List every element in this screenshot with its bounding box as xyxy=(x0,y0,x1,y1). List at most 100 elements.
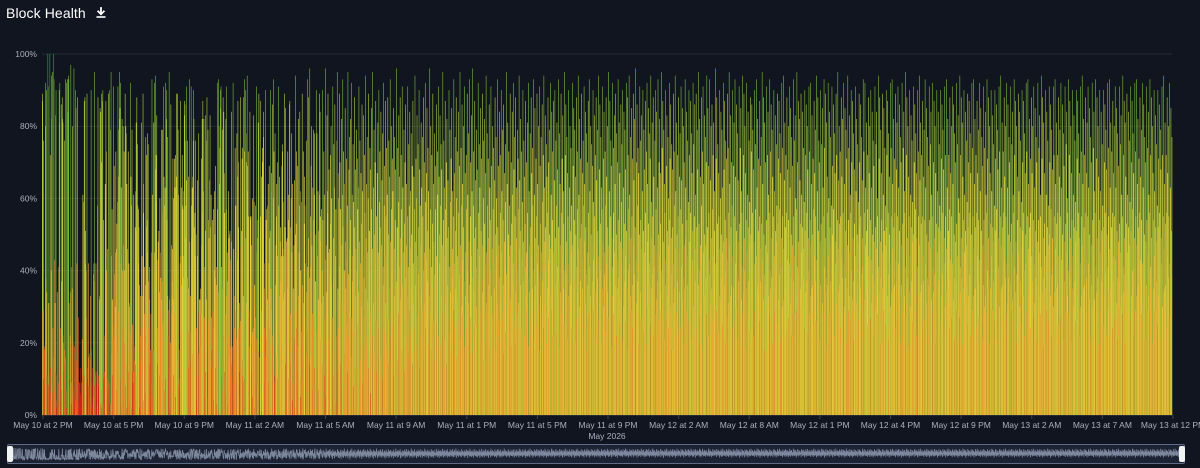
x-tick-label: May 12 at 9 PM xyxy=(931,420,991,430)
bar[interactable] xyxy=(341,118,342,415)
bar-series xyxy=(42,54,1173,416)
bar[interactable] xyxy=(361,104,363,415)
bar[interactable] xyxy=(277,162,279,415)
bar[interactable] xyxy=(106,248,108,415)
bar[interactable] xyxy=(333,144,335,415)
navigator-left-handle[interactable] xyxy=(7,446,13,462)
x-tick-label: May 13 at 2 AM xyxy=(1002,420,1061,430)
bar[interactable] xyxy=(312,187,314,415)
bar[interactable] xyxy=(43,140,44,415)
bar[interactable] xyxy=(1171,137,1173,415)
bar[interactable] xyxy=(101,93,103,416)
bar[interactable] xyxy=(335,209,337,415)
bar[interactable] xyxy=(299,191,301,415)
bar[interactable] xyxy=(94,72,95,416)
x-tick-label: May 11 at 5 AM xyxy=(296,420,354,430)
bar[interactable] xyxy=(336,72,338,416)
bar[interactable] xyxy=(195,234,197,416)
x-tick-label: May 10 at 9 PM xyxy=(154,420,214,430)
bar[interactable] xyxy=(353,202,355,415)
bar[interactable] xyxy=(73,68,75,415)
bar[interactable] xyxy=(86,93,88,416)
bar[interactable] xyxy=(292,183,293,415)
bar[interactable] xyxy=(178,194,179,415)
bar[interactable] xyxy=(252,198,253,415)
bar[interactable] xyxy=(125,133,127,416)
bar[interactable] xyxy=(133,194,135,415)
bar[interactable] xyxy=(243,97,245,415)
x-tick-label: May 11 at 9 PM xyxy=(579,420,638,430)
bar[interactable] xyxy=(77,97,78,415)
bar[interactable] xyxy=(121,187,122,415)
bar[interactable] xyxy=(100,162,102,415)
x-tick-label: May 11 at 2 AM xyxy=(226,420,284,430)
y-tick-label: 80% xyxy=(20,121,37,131)
bar[interactable] xyxy=(217,292,219,415)
bar[interactable] xyxy=(102,90,104,415)
x-axis-label: May 2026 xyxy=(588,431,626,441)
bar[interactable] xyxy=(108,93,109,416)
bar[interactable] xyxy=(136,97,138,415)
y-tick-label: 40% xyxy=(20,266,37,276)
y-tick-label: 60% xyxy=(20,193,37,203)
y-axis: 0% 20% 40% 60% 80% 100% xyxy=(15,49,37,420)
bar[interactable] xyxy=(67,79,68,416)
bar[interactable] xyxy=(368,93,369,416)
bar[interactable] xyxy=(51,72,53,416)
x-tick-label: May 12 at 2 AM xyxy=(649,420,708,430)
bar[interactable] xyxy=(258,93,260,416)
bar[interactable] xyxy=(216,285,217,415)
x-tick-label: May 12 at 4 PM xyxy=(861,420,921,430)
x-tick-label: May 12 at 8 AM xyxy=(720,420,779,430)
y-tick-label: 20% xyxy=(20,338,37,348)
bar[interactable] xyxy=(145,137,147,415)
bar[interactable] xyxy=(60,104,62,415)
bar[interactable] xyxy=(293,245,295,415)
bar[interactable] xyxy=(83,100,85,416)
bar[interactable] xyxy=(325,68,326,415)
bar[interactable] xyxy=(222,129,223,415)
bar[interactable] xyxy=(70,266,72,415)
bar[interactable] xyxy=(139,285,140,415)
bar[interactable] xyxy=(97,97,99,415)
bar[interactable] xyxy=(47,86,49,416)
bar[interactable] xyxy=(55,90,57,415)
bar[interactable] xyxy=(175,155,176,415)
bar[interactable] xyxy=(123,245,124,415)
y-tick-label: 100% xyxy=(15,49,37,59)
bar[interactable] xyxy=(128,306,130,415)
bar[interactable] xyxy=(213,209,214,415)
bar[interactable] xyxy=(260,176,262,415)
bar[interactable] xyxy=(163,176,165,415)
bar[interactable] xyxy=(66,82,68,415)
x-tick-label: May 11 at 5 PM xyxy=(508,420,567,430)
bar[interactable] xyxy=(206,97,208,415)
bar[interactable] xyxy=(99,108,101,416)
bar[interactable] xyxy=(418,90,420,415)
bar[interactable] xyxy=(143,212,145,415)
bar[interactable] xyxy=(169,299,170,415)
bar[interactable] xyxy=(90,295,91,415)
bar[interactable] xyxy=(78,317,79,415)
bar[interactable] xyxy=(169,342,171,415)
bar[interactable] xyxy=(286,241,287,415)
bar[interactable] xyxy=(151,79,153,416)
bar[interactable] xyxy=(60,328,61,415)
bar[interactable] xyxy=(226,252,228,415)
bar[interactable] xyxy=(370,169,371,415)
bar[interactable] xyxy=(124,93,126,416)
bar[interactable] xyxy=(220,86,222,416)
bar[interactable] xyxy=(254,285,256,415)
x-tick-label: May 10 at 5 PM xyxy=(84,420,144,430)
block-health-chart: 0%20%40%60%80%100% May 10 at 2 PM May 10 … xyxy=(13,49,1200,441)
range-navigator[interactable] xyxy=(7,444,1185,464)
bar[interactable] xyxy=(130,176,132,415)
x-tick-label: May 10 at 2 PM xyxy=(13,420,73,430)
bar[interactable] xyxy=(57,292,58,415)
navigator-right-handle[interactable] xyxy=(1179,446,1185,462)
bar[interactable] xyxy=(59,82,61,415)
bar[interactable] xyxy=(108,382,110,415)
bar[interactable] xyxy=(244,151,246,415)
bar[interactable] xyxy=(109,90,110,415)
bar[interactable] xyxy=(119,108,121,416)
